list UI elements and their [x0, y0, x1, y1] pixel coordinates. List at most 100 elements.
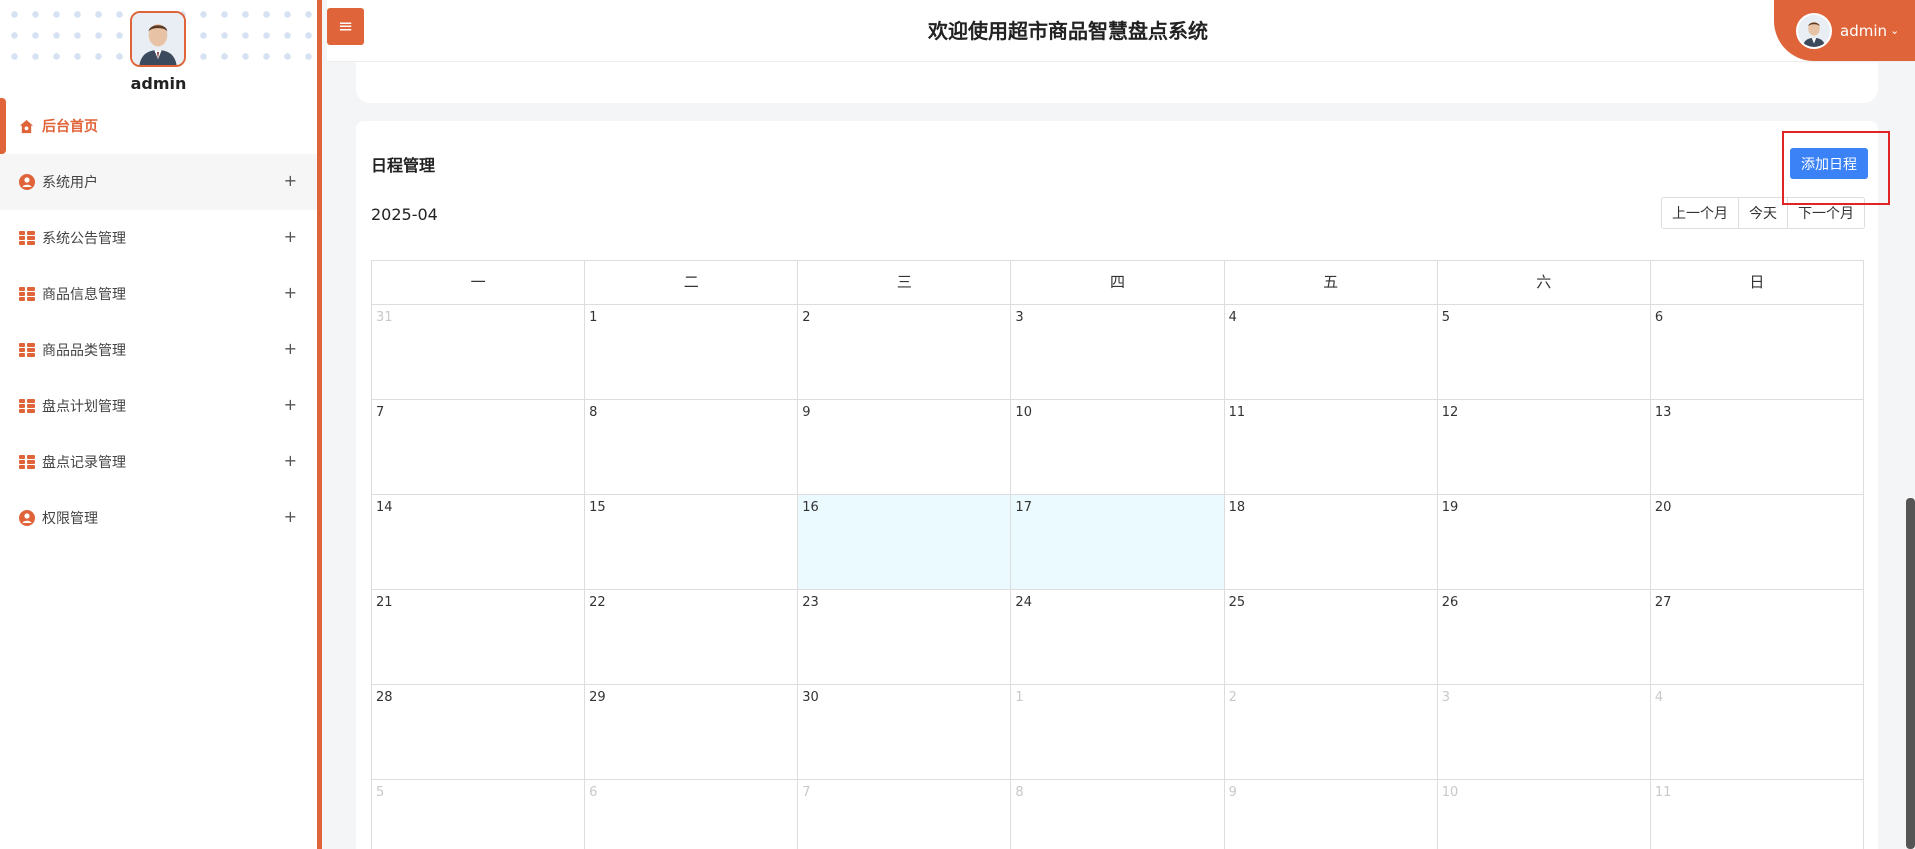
calendar-day[interactable]: 31 — [372, 305, 586, 399]
expand-plus-icon[interactable]: + — [284, 339, 297, 358]
calendar-grid: 一 二 三 四 五 六 日 31 1 2 3 4 5 6 7 8 9 10 11… — [371, 260, 1864, 849]
calendar-day[interactable]: 23 — [798, 590, 1012, 684]
expand-plus-icon[interactable]: + — [284, 451, 297, 470]
expand-plus-icon[interactable]: + — [284, 171, 297, 190]
calendar-week: 5 6 7 8 9 10 11 — [371, 780, 1864, 849]
calendar-day[interactable]: 9 — [1225, 780, 1438, 849]
calendar-day[interactable]: 11 — [1225, 400, 1438, 494]
avatar — [1796, 12, 1832, 49]
calendar-header: 一 二 三 四 五 六 日 — [371, 260, 1864, 305]
weekday-header: 二 — [585, 261, 799, 304]
calendar-day[interactable]: 21 — [372, 590, 586, 684]
sidebar-item-inventory-plan[interactable]: 盘点计划管理 + — [0, 378, 317, 434]
calendar-day[interactable]: 19 — [1438, 495, 1651, 589]
calendar-day[interactable]: 2 — [1225, 685, 1438, 779]
expand-plus-icon[interactable]: + — [284, 227, 297, 246]
home-icon — [18, 118, 35, 135]
avatar[interactable] — [130, 11, 186, 67]
sidebar-item-home[interactable]: 后台首页 — [0, 98, 317, 154]
sidebar-item-label: 商品信息管理 — [42, 287, 126, 303]
sidebar-item-announcement[interactable]: 系统公告管理 + — [0, 210, 317, 266]
weekday-header: 一 — [372, 261, 586, 304]
calendar-day[interactable]: 28 — [372, 685, 586, 779]
calendar-week: 21 22 23 24 25 26 27 — [371, 590, 1864, 685]
scrollbar-thumb[interactable] — [1906, 498, 1915, 849]
avatar-portrait-icon — [132, 13, 184, 65]
calendar-day[interactable]: 22 — [585, 590, 799, 684]
page-title: 欢迎使用超市商品智慧盘点系统 — [928, 19, 1208, 43]
calendar-day[interactable]: 1 — [585, 305, 799, 399]
calendar-day[interactable]: 14 — [372, 495, 586, 589]
sidebar-item-label: 商品品类管理 — [42, 343, 126, 359]
grid-icon — [18, 286, 35, 303]
calendar-day[interactable]: 11 — [1651, 780, 1863, 849]
weekday-header: 五 — [1225, 261, 1438, 304]
user-circle-icon — [18, 510, 35, 527]
calendar-day[interactable]: 27 — [1651, 590, 1863, 684]
calendar-week: 28 29 30 1 2 3 4 — [371, 685, 1864, 780]
calendar-day[interactable]: 5 — [372, 780, 586, 849]
grid-icon — [18, 454, 35, 471]
calendar-day[interactable]: 5 — [1438, 305, 1651, 399]
weekday-header: 三 — [798, 261, 1012, 304]
expand-plus-icon[interactable]: + — [284, 507, 297, 526]
sidebar: admin 后台首页 系统用户 + 系统公告管理 + 商品信息管理 + 商品品类… — [0, 0, 322, 849]
weekday-header: 六 — [1438, 261, 1651, 304]
sidebar-item-label: 系统用户 — [42, 175, 98, 191]
calendar-day[interactable]: 6 — [585, 780, 799, 849]
grid-icon — [18, 230, 35, 247]
sidebar-item-label: 权限管理 — [42, 511, 98, 527]
calendar-day[interactable]: 3 — [1438, 685, 1651, 779]
calendar-day[interactable]: 6 — [1651, 305, 1863, 399]
sidebar-item-inventory-record[interactable]: 盘点记录管理 + — [0, 434, 317, 490]
calendar-day[interactable]: 24 — [1011, 590, 1225, 684]
sidebar-username: admin — [130, 74, 187, 93]
weekday-header: 日 — [1749, 273, 1765, 291]
prev-month-button[interactable]: 上一个月 — [1662, 198, 1739, 228]
calendar-day[interactable]: 3 — [1011, 305, 1225, 399]
calendar-day[interactable]: 30 — [798, 685, 1012, 779]
calendar-day[interactable]: 10 — [1438, 780, 1651, 849]
calendar-day[interactable]: 2 — [798, 305, 1012, 399]
calendar-day[interactable]: 15 — [585, 495, 799, 589]
calendar-day[interactable]: 8 — [1011, 780, 1225, 849]
calendar-day[interactable]: 29 — [585, 685, 799, 779]
calendar-day-highlighted[interactable]: 16 — [798, 495, 1012, 589]
sidebar-item-permissions[interactable]: 权限管理 + — [0, 490, 317, 546]
calendar-day[interactable]: 10 — [1011, 400, 1225, 494]
calendar-day[interactable]: 20 — [1651, 495, 1863, 589]
sidebar-item-system-users[interactable]: 系统用户 + — [0, 154, 317, 210]
calendar-day[interactable]: 7 — [798, 780, 1012, 849]
grid-icon — [18, 342, 35, 359]
calendar-day[interactable]: 25 — [1225, 590, 1438, 684]
calendar-day[interactable]: 13 — [1651, 400, 1863, 494]
calendar-day[interactable]: 1 — [1011, 685, 1225, 779]
annotation-highlight-box — [1782, 131, 1890, 205]
menu-toggle-button[interactable]: ≡ — [327, 8, 364, 45]
expand-plus-icon[interactable]: + — [284, 395, 297, 414]
schedule-card: 日程管理 添加日程 2025-04 上一个月 今天 下一个月 一 二 三 四 五… — [356, 121, 1878, 849]
user-circle-icon — [18, 174, 35, 191]
calendar-day[interactable]: 18 — [1225, 495, 1438, 589]
expand-plus-icon[interactable]: + — [284, 283, 297, 302]
calendar-day[interactable]: 4 — [1225, 305, 1438, 399]
calendar-day-highlighted[interactable]: 17 — [1011, 495, 1225, 589]
sidebar-item-label: 后台首页 — [42, 119, 98, 135]
sidebar-item-label: 盘点计划管理 — [42, 399, 126, 415]
calendar-day[interactable]: 7 — [372, 400, 586, 494]
schedule-title: 日程管理 — [371, 156, 436, 175]
calendar-day[interactable]: 12 — [1438, 400, 1651, 494]
sidebar-item-product-category[interactable]: 商品品类管理 + — [0, 322, 317, 378]
sidebar-item-product-info[interactable]: 商品信息管理 + — [0, 266, 317, 322]
calendar-day[interactable]: 9 — [798, 400, 1012, 494]
top-card — [356, 62, 1878, 103]
user-menu[interactable]: admin ⌄ — [1774, 0, 1915, 61]
calendar-day[interactable]: 26 — [1438, 590, 1651, 684]
current-month: 2025-04 — [371, 205, 438, 224]
calendar-week: 31 1 2 3 4 5 6 — [371, 305, 1864, 400]
today-button[interactable]: 今天 — [1739, 198, 1788, 228]
calendar-day[interactable]: 8 — [585, 400, 799, 494]
calendar-day[interactable]: 4 — [1651, 685, 1863, 779]
weekday-header: 四 — [1011, 261, 1225, 304]
calendar-week: 7 8 9 10 11 12 13 — [371, 400, 1864, 495]
